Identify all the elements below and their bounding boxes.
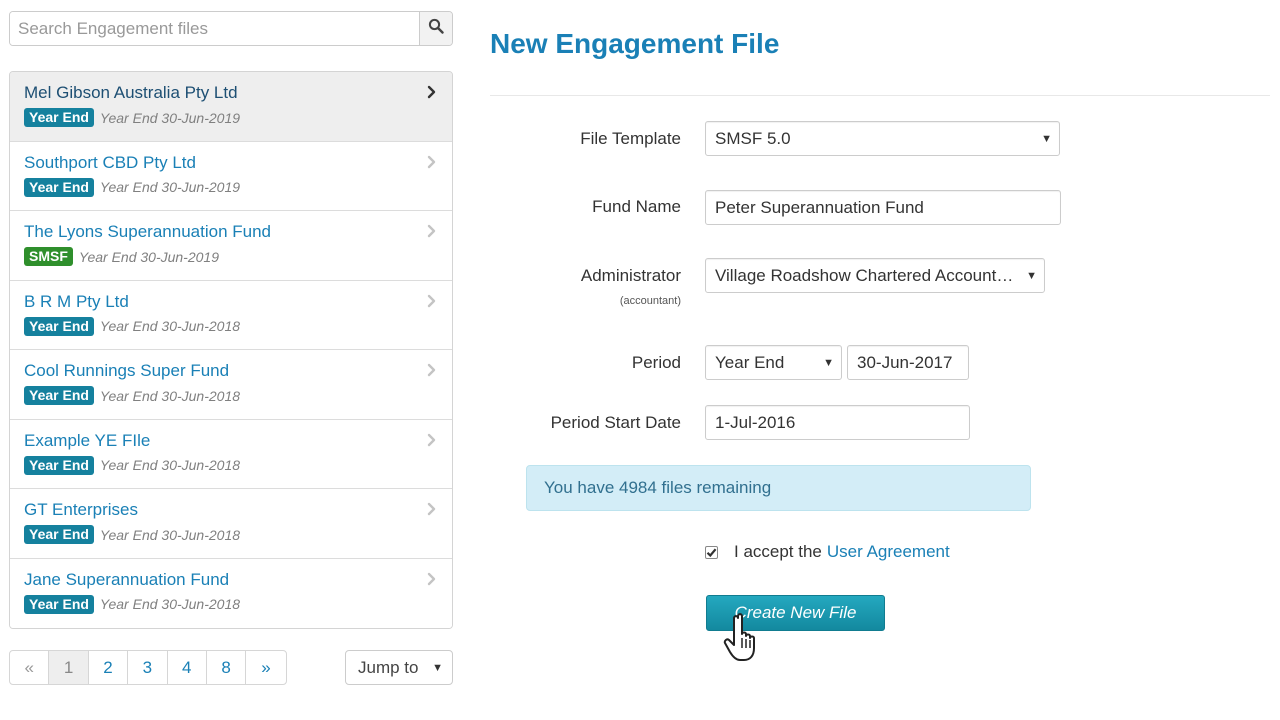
search-box: [9, 11, 453, 46]
file-template-select[interactable]: SMSF 5.0 ▼: [705, 121, 1060, 156]
administrator-label: Administrator: [580, 266, 681, 285]
pagination: « 1 2 3 4 8 »: [9, 650, 287, 685]
caret-down-icon: ▼: [432, 661, 443, 674]
pagination-page-8[interactable]: 8: [207, 651, 247, 684]
file-type-badge: SMSF: [24, 247, 73, 266]
pagination-page-3[interactable]: 3: [128, 651, 168, 684]
caret-down-icon: ▼: [823, 356, 834, 369]
page-title: New Engagement File: [490, 28, 780, 59]
period-start-label: Period Start Date: [550, 413, 681, 432]
administrator-select[interactable]: Village Roadshow Chartered Accountants ▼: [705, 258, 1045, 293]
pagination-prev[interactable]: «: [10, 651, 50, 684]
file-template-label: File Template: [580, 129, 681, 148]
file-meta: Year End Year End 30-Jun-2018: [24, 594, 438, 614]
file-meta: Year End Year End 30-Jun-2019: [24, 177, 438, 197]
file-period: Year End 30-Jun-2018: [99, 457, 241, 473]
file-name[interactable]: The Lyons Superannuation Fund: [24, 222, 438, 242]
file-name[interactable]: Example YE FIle: [24, 431, 438, 451]
caret-down-icon: ▼: [1041, 132, 1052, 145]
file-period: Year End 30-Jun-2019: [99, 109, 241, 126]
caret-down-icon: ▼: [1026, 269, 1037, 282]
period-end-date-input[interactable]: 30-Jun-2017: [847, 345, 969, 380]
file-type-badge: Year End: [24, 455, 94, 475]
file-template-value: SMSF 5.0: [715, 128, 791, 148]
file-list-item[interactable]: GT Enterprises Year End Year End 30-Jun-20…: [10, 489, 452, 559]
file-list-item[interactable]: Southport CBD Pty Ltd Year End Year End 30…: [10, 141, 452, 211]
file-name[interactable]: Southport CBD Pty Ltd: [24, 153, 438, 173]
file-list-item[interactable]: B R M Pty Ltd Year End Year End 30-Jun-201…: [10, 280, 452, 350]
period-start-value: 1-Jul-2016: [715, 412, 796, 432]
pagination-page-1[interactable]: 1: [49, 651, 89, 684]
chevron-right-icon: [427, 294, 436, 313]
file-period: Year End 30-Jun-2019: [99, 179, 241, 195]
file-list-item[interactable]: Example YE FIle Year End Year End 30-Jun-2…: [10, 419, 452, 489]
user-agreement-link[interactable]: User Agreement: [827, 542, 950, 562]
fund-name-value: Peter Superannuation Fund: [715, 197, 924, 217]
file-list-item[interactable]: Jane Superannuation Fund Year End Year End…: [10, 558, 452, 628]
jump-to-select[interactable]: Jump to ▼: [345, 650, 453, 685]
file-list-item[interactable]: The Lyons Superannuation Fund SMSF Year En…: [10, 211, 452, 281]
chevron-right-icon: [427, 363, 436, 382]
file-period: Year End 30-Jun-2018: [99, 526, 241, 543]
period-label: Period: [631, 353, 681, 372]
file-type-badge: Year End: [24, 177, 94, 197]
chevron-right-icon: [427, 85, 436, 104]
file-period: Year End 30-Jun-2019: [78, 248, 219, 265]
file-meta: SMSF Year End 30-Jun-2019: [24, 247, 438, 266]
jump-to-label: Jump to: [358, 657, 419, 677]
search-button[interactable]: [419, 12, 452, 45]
accept-agreement-row: I accept the User Agreement: [705, 542, 950, 562]
fund-name-input[interactable]: Peter Superannuation Fund: [705, 190, 1061, 225]
administrator-sublabel: (accountant): [619, 295, 681, 307]
file-name[interactable]: B R M Pty Ltd: [24, 292, 438, 312]
file-name[interactable]: GT Enterprises: [24, 500, 438, 520]
search-input[interactable]: [10, 12, 419, 45]
engagement-file-list: Mel Gibson Australia Pty Ltd Year End Year…: [9, 71, 453, 629]
chevron-right-icon: [427, 224, 436, 243]
search-icon: [428, 18, 444, 39]
fund-name-label: Fund Name: [592, 197, 681, 216]
period-end-value: 30-Jun-2017: [857, 352, 953, 372]
file-period: Year End 30-Jun-2018: [99, 596, 241, 612]
file-list-item[interactable]: Cool Runnings Super Fund Year End Year End…: [10, 350, 452, 420]
chevron-right-icon: [427, 502, 436, 521]
pagination-page-2[interactable]: 2: [89, 651, 129, 684]
file-type-badge: Year End: [24, 316, 94, 336]
files-remaining-text: You have 4984 files remaining: [544, 478, 772, 497]
administrator-value: Village Roadshow Chartered Accountants: [715, 265, 1018, 285]
accept-text: I accept the: [734, 542, 822, 561]
checkmark-icon: [706, 547, 717, 557]
hand-cursor-icon: [722, 612, 766, 669]
pagination-next[interactable]: »: [246, 651, 285, 684]
file-period: Year End 30-Jun-2018: [99, 318, 241, 334]
file-type-badge: Year End: [24, 386, 94, 405]
file-type-badge: Year End: [24, 525, 94, 544]
file-meta: Year End Year End 30-Jun-2018: [24, 455, 438, 475]
chevron-right-icon: [427, 155, 436, 174]
file-meta: Year End Year End 30-Jun-2018: [24, 316, 438, 336]
files-remaining-alert: You have 4984 files remaining: [526, 465, 1031, 511]
period-start-date-input[interactable]: 1-Jul-2016: [705, 405, 970, 440]
file-type-badge: Year End: [24, 108, 94, 127]
file-type-badge: Year End: [24, 594, 94, 614]
pagination-page-4[interactable]: 4: [168, 651, 207, 684]
file-period: Year End 30-Jun-2018: [99, 387, 241, 404]
file-name[interactable]: Cool Runnings Super Fund: [24, 361, 438, 381]
file-list-item[interactable]: Mel Gibson Australia Pty Ltd Year End Year…: [10, 72, 452, 142]
period-type-value: Year End: [715, 352, 785, 372]
file-name[interactable]: Jane Superannuation Fund: [24, 570, 438, 590]
chevron-right-icon: [427, 572, 436, 591]
file-meta: Year End Year End 30-Jun-2018: [24, 525, 438, 544]
file-meta: Year End Year End 30-Jun-2019: [24, 108, 438, 127]
divider: [490, 95, 1270, 96]
chevron-right-icon: [427, 433, 436, 452]
period-type-select[interactable]: Year End ▼: [705, 345, 842, 380]
file-meta: Year End Year End 30-Jun-2018: [24, 386, 438, 405]
accept-checkbox[interactable]: [705, 545, 718, 559]
file-name[interactable]: Mel Gibson Australia Pty Ltd: [24, 83, 438, 103]
